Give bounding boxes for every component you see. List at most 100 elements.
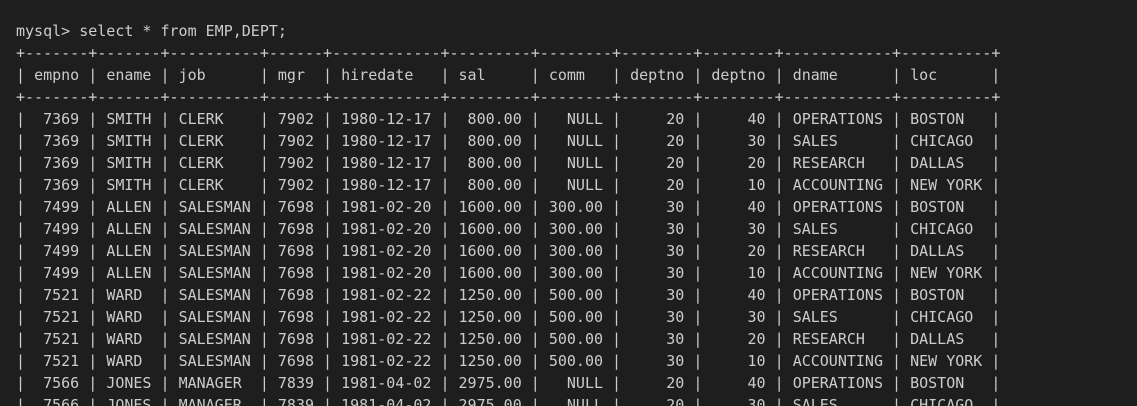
column-header: sal xyxy=(458,66,522,84)
column-separator: | xyxy=(79,308,107,326)
column-separator: | xyxy=(151,286,179,304)
table-cell: 7521 xyxy=(34,352,80,370)
column-separator: | xyxy=(684,396,712,406)
column-separator: | xyxy=(521,330,549,348)
column-separator: | xyxy=(603,264,631,282)
table-cell: 7839 xyxy=(277,374,315,392)
column-separator: | xyxy=(79,132,107,150)
column-separator: | xyxy=(151,352,179,370)
column-separator: | xyxy=(431,176,459,194)
table-cell: 7369 xyxy=(34,132,80,150)
table-cell: 30 xyxy=(711,396,766,406)
table-cell: 1981-02-22 xyxy=(341,308,432,326)
column-separator: | xyxy=(521,308,549,326)
column-separator: | xyxy=(16,286,35,304)
table-cell: CLERK xyxy=(178,154,251,172)
column-separator: | xyxy=(883,308,911,326)
column-separator: | xyxy=(684,176,712,194)
table-cell: 1981-04-02 xyxy=(341,396,432,406)
table-cell: 20 xyxy=(711,154,766,172)
table-cell: SALESMAN xyxy=(178,264,251,282)
table-cell: 1600.00 xyxy=(458,198,522,216)
column-separator: | xyxy=(603,66,631,84)
column-separator: | xyxy=(603,308,631,326)
border-text: +-------+-------+----------+------+-----… xyxy=(16,88,1001,106)
column-separator: | xyxy=(16,220,35,238)
column-header: mgr xyxy=(277,66,315,84)
table-cell: CHICAGO xyxy=(910,132,983,150)
column-separator: | xyxy=(250,66,278,84)
column-separator: | xyxy=(151,132,179,150)
column-separator: | xyxy=(314,396,342,406)
table-cell: 7521 xyxy=(34,308,80,326)
table-cell: 1600.00 xyxy=(458,264,522,282)
column-separator: | xyxy=(314,154,342,172)
table-cell: 7566 xyxy=(34,374,80,392)
table-cell: 1600.00 xyxy=(458,242,522,260)
table-cell: 7698 xyxy=(277,242,315,260)
table-cell: 800.00 xyxy=(458,154,522,172)
column-separator: | xyxy=(521,396,549,406)
column-separator: | xyxy=(250,176,278,194)
table-cell: WARD xyxy=(106,286,152,304)
column-separator: | xyxy=(521,220,549,238)
column-separator: | xyxy=(151,220,179,238)
column-separator: | xyxy=(765,352,793,370)
column-separator: | xyxy=(765,330,793,348)
table-cell: BOSTON xyxy=(910,198,983,216)
column-separator: | xyxy=(982,198,1001,216)
table-cell: OPERATIONS xyxy=(792,286,883,304)
column-separator: | xyxy=(151,242,179,260)
column-header: ename xyxy=(106,66,152,84)
table-cell: WARD xyxy=(106,308,152,326)
table-cell: NULL xyxy=(548,176,604,194)
column-separator: | xyxy=(16,198,35,216)
table-cell: 1981-02-20 xyxy=(341,198,432,216)
column-separator: | xyxy=(431,330,459,348)
column-separator: | xyxy=(314,198,342,216)
table-cell: SALES xyxy=(792,132,883,150)
terminal-window[interactable]: mysql> select * from EMP,DEPT; +-------+… xyxy=(0,0,1137,406)
table-cell: 500.00 xyxy=(548,352,604,370)
column-separator: | xyxy=(883,374,911,392)
table-cell: 7369 xyxy=(34,154,80,172)
table-cell: 30 xyxy=(630,220,685,238)
column-separator: | xyxy=(16,242,35,260)
column-separator: | xyxy=(765,176,793,194)
column-separator: | xyxy=(431,242,459,260)
table-cell: DALLAS xyxy=(910,242,983,260)
table-cell: 1980-12-17 xyxy=(341,110,432,128)
table-cell: DALLAS xyxy=(910,154,983,172)
column-header: deptno xyxy=(630,66,685,84)
column-separator: | xyxy=(79,176,107,194)
table-row: | 7369 | SMITH | CLERK | 7902 | 1980-12-… xyxy=(16,174,1000,196)
table-cell: 20 xyxy=(630,176,685,194)
column-separator: | xyxy=(765,66,793,84)
table-border-top: +-------+-------+----------+------+-----… xyxy=(16,42,1000,64)
column-separator: | xyxy=(16,110,35,128)
column-separator: | xyxy=(684,66,712,84)
column-separator: | xyxy=(883,396,911,406)
table-cell: 20 xyxy=(630,132,685,150)
column-separator: | xyxy=(883,352,911,370)
table-cell: 20 xyxy=(630,154,685,172)
column-separator: | xyxy=(314,374,342,392)
column-separator: | xyxy=(684,330,712,348)
terminal-output: mysql> select * from EMP,DEPT; +-------+… xyxy=(16,20,1000,406)
column-separator: | xyxy=(521,132,549,150)
table-cell: ALLEN xyxy=(106,198,152,216)
table-cell: SALESMAN xyxy=(178,198,251,216)
column-separator: | xyxy=(151,330,179,348)
column-separator: | xyxy=(883,66,911,84)
column-separator: | xyxy=(431,132,459,150)
table-cell: SALES xyxy=(792,220,883,238)
column-separator: | xyxy=(521,154,549,172)
table-cell: NULL xyxy=(548,396,604,406)
column-separator: | xyxy=(431,374,459,392)
table-row: | 7499 | ALLEN | SALESMAN | 7698 | 1981-… xyxy=(16,218,1000,240)
column-separator: | xyxy=(765,264,793,282)
table-cell: NEW YORK xyxy=(910,176,983,194)
column-separator: | xyxy=(603,110,631,128)
table-cell: NULL xyxy=(548,110,604,128)
table-cell: 30 xyxy=(630,198,685,216)
